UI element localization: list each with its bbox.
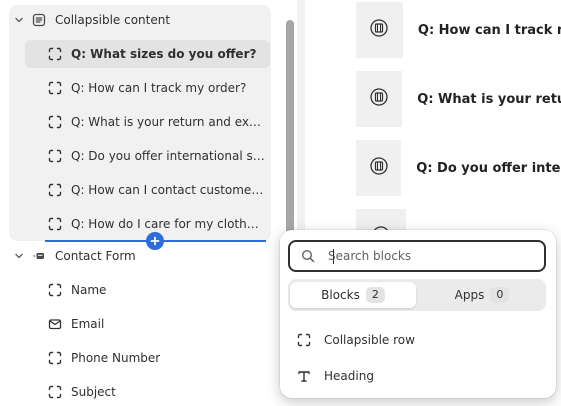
block-item-label: Name: [71, 283, 107, 297]
dashed-square-icon: [296, 332, 312, 348]
section-label: Collapsible content: [55, 13, 171, 27]
form-icon: [31, 248, 47, 264]
sidebar: Collapsible content Q: What sizes do you…: [0, 0, 297, 399]
block-item-faq-international[interactable]: Q: Do you offer international shi...: [47, 142, 265, 170]
envelope-icon: [47, 316, 63, 332]
tab-apps[interactable]: Apps 0: [420, 282, 544, 308]
tab-blocks[interactable]: Blocks 2: [290, 282, 416, 308]
section-collapsible-content[interactable]: Collapsible content: [9, 6, 271, 34]
sidebar-scrollbar[interactable]: [286, 20, 294, 238]
dashed-square-icon: [47, 384, 63, 400]
faq-badge-icon: [369, 87, 389, 111]
faq-row[interactable]: Q: How can I track m: [356, 2, 561, 58]
block-item-label: Q: Do you offer international shi...: [71, 149, 265, 163]
faq-question: Q: How can I track m: [417, 22, 561, 38]
block-item-label: Q: What is your return and exch...: [71, 115, 265, 129]
faq-badge-icon: [369, 18, 389, 42]
section-label: Contact Form: [55, 249, 136, 263]
search-field[interactable]: [288, 240, 546, 272]
block-item-label: Q: How can I contact customer s...: [71, 183, 265, 197]
faq-question: Q: What is your retur: [417, 91, 561, 107]
block-item-name[interactable]: Name: [47, 276, 265, 304]
block-item-label: Phone Number: [71, 351, 161, 365]
dashed-square-icon: [47, 114, 63, 130]
faq-badge-icon: [369, 156, 389, 180]
faq-icon-box: [356, 71, 403, 127]
search-icon: [300, 248, 316, 264]
block-item-faq-contact[interactable]: Q: How can I contact customer s...: [47, 176, 265, 204]
faq-row[interactable]: Q: What is your retur: [356, 71, 561, 127]
block-item-faq-track[interactable]: Q: How can I track my order?: [47, 74, 265, 102]
block-option-label: Heading: [324, 369, 374, 383]
dashed-square-icon: [47, 80, 63, 96]
block-option-heading[interactable]: Heading: [296, 362, 374, 390]
block-item-label: Q: What sizes do you offer?: [71, 47, 257, 61]
faq-question: Q: Do you offer intern: [416, 160, 561, 176]
text-block-icon: [31, 12, 47, 28]
dashed-square-icon: [47, 350, 63, 366]
tab-label: Apps: [454, 288, 485, 302]
dashed-square-icon: [47, 148, 63, 164]
block-item-faq-sizes[interactable]: Q: What sizes do you offer?: [25, 40, 270, 68]
block-option-label: Collapsible row: [324, 333, 415, 347]
block-item-faq-return[interactable]: Q: What is your return and exch...: [47, 108, 265, 136]
faq-icon-box: [356, 140, 402, 196]
block-item-label: Q: How can I track my order?: [71, 81, 247, 95]
faq-row[interactable]: Q: Do you offer intern: [356, 140, 561, 196]
tab-label: Blocks: [321, 288, 360, 302]
text-caret: [333, 249, 334, 264]
heading-t-icon: [296, 368, 312, 384]
block-item-label: Q: How do I care for my clothes ...: [71, 217, 265, 231]
tab-count-badge: 2: [365, 287, 385, 303]
dashed-square-icon: [47, 182, 63, 198]
section-contact-form[interactable]: Contact Form: [9, 242, 271, 270]
add-block-popover: Blocks 2 Apps 0 Collapsible row Heading: [280, 230, 556, 398]
chevron-down-icon[interactable]: [13, 250, 25, 262]
tab-count-badge: 0: [490, 287, 510, 303]
block-item-subject[interactable]: Subject: [47, 378, 265, 406]
block-item-email[interactable]: Email: [47, 310, 265, 338]
segmented-control: Blocks 2 Apps 0: [288, 279, 546, 311]
block-option-collapsible-row[interactable]: Collapsible row: [296, 326, 415, 354]
dashed-square-icon: [47, 216, 63, 232]
search-input[interactable]: [326, 248, 530, 264]
block-item-label: Email: [71, 317, 105, 331]
block-item-phone[interactable]: Phone Number: [47, 344, 265, 372]
faq-icon-box: [356, 2, 403, 58]
dashed-square-icon: [47, 46, 63, 62]
chevron-down-icon[interactable]: [13, 14, 25, 26]
dashed-square-icon: [47, 282, 63, 298]
